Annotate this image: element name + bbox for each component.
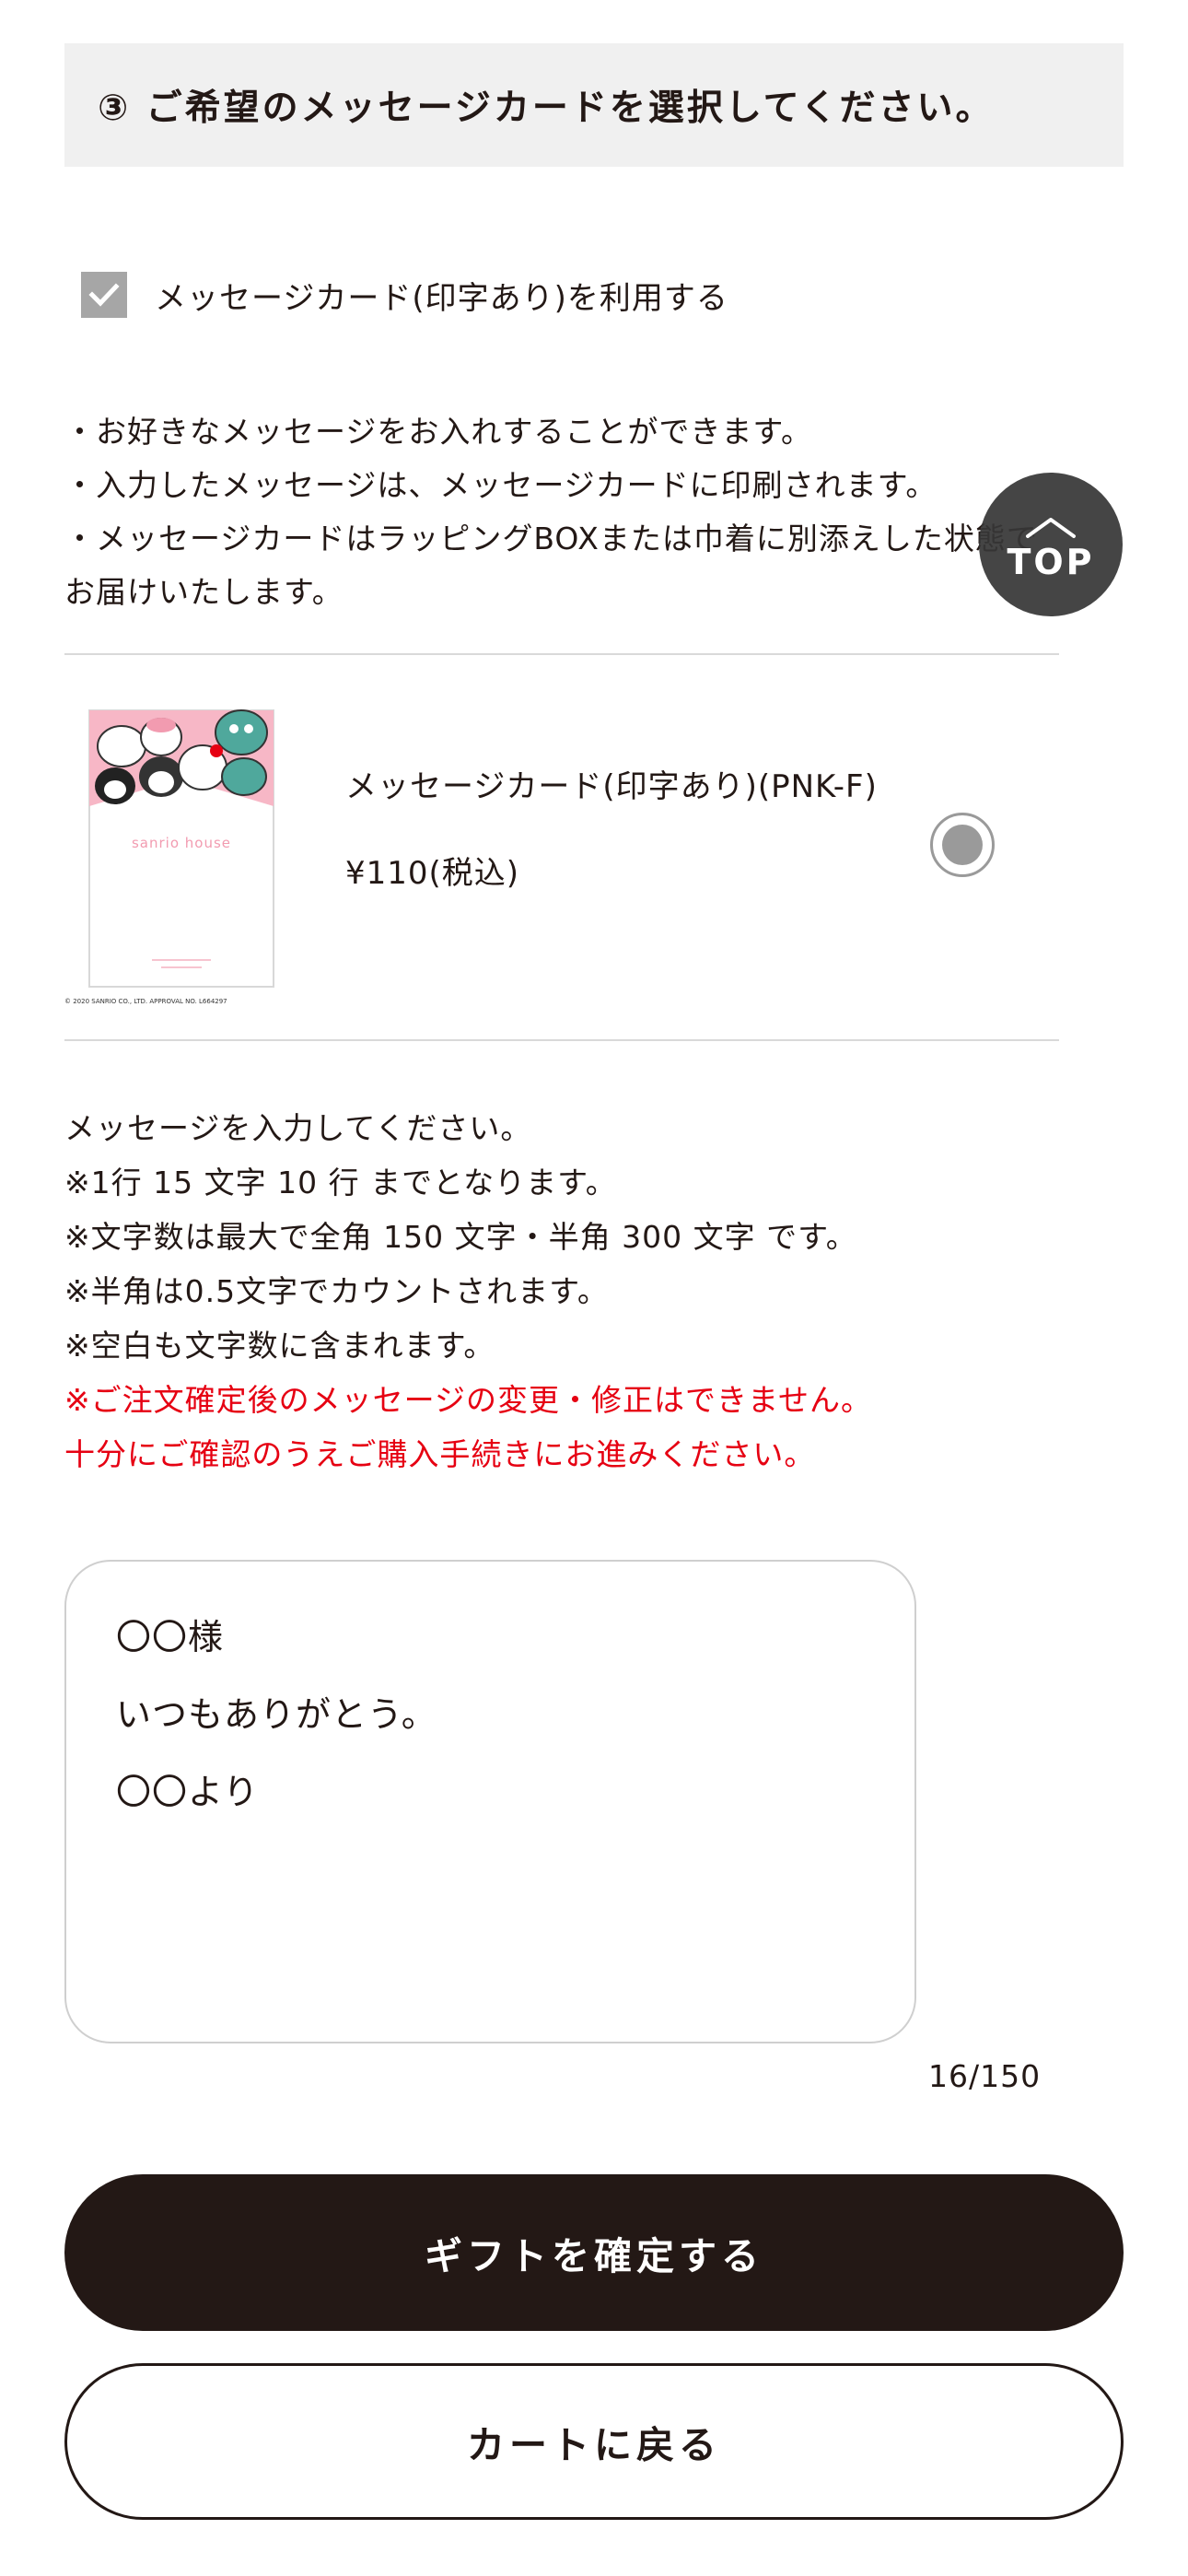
gift-message-card-page: ③ ご希望のメッセージカードを選択してください。 メッセージカード(印字あり)を…	[0, 0, 1188, 2576]
message-textarea[interactable]: 〇〇様 いつもありがとう。 〇〇より	[64, 1560, 916, 2043]
note-line: お届けいたします。	[64, 574, 344, 610]
message-line: いつもありがとう。	[116, 1694, 437, 1735]
confirm-gift-button[interactable]: ギフトを確定する	[64, 2174, 1124, 2331]
scroll-to-top-button[interactable]: TOP	[979, 473, 1123, 616]
card-copyright-text: © 2020 SANRIO CO., LTD. APPROVAL NO. L66…	[64, 998, 227, 1005]
message-card-illustration: sanrio house © 2020 SANRIO CO., LTD. APP…	[64, 709, 274, 1005]
note-line: ・お好きなメッセージをお入れすることができます。	[64, 414, 813, 450]
note-line: ・メッセージカードはラッピングBOXまたは巾着に別添えした状態で	[64, 521, 1038, 556]
message-instructions: メッセージを入力してください。 ※1行 15 文字 10 行 までとなります。 …	[64, 1101, 1096, 1481]
instruction-line: メッセージを入力してください。	[64, 1110, 532, 1146]
scroll-to-top-label: TOP	[1007, 542, 1095, 582]
message-line: 〇〇様	[116, 1617, 225, 1657]
warning-line: ※ご注文確定後のメッセージの変更・修正はできません。	[64, 1382, 873, 1418]
section-title: ③ ご希望のメッセージカードを選択してください。	[98, 88, 995, 129]
instruction-line: ※半角は0.5文字でカウントされます。	[64, 1273, 609, 1309]
product-name: メッセージカード(印字あり)(PNK-F)	[345, 768, 878, 805]
checkmark-icon	[88, 283, 120, 307]
use-message-card-option[interactable]: メッセージカード(印字あり)を利用する	[81, 272, 728, 318]
use-message-card-checkbox[interactable]	[81, 272, 127, 318]
back-to-cart-button[interactable]: カートに戻る	[64, 2363, 1124, 2520]
instruction-line: ※1行 15 文字 10 行 までとなります。	[64, 1165, 617, 1200]
instruction-line: ※空白も文字数に含まれます。	[64, 1328, 495, 1364]
section-header: ③ ご希望のメッセージカードを選択してください。	[64, 43, 1124, 167]
chevron-up-icon	[1026, 518, 1076, 538]
radio-selected-dot	[942, 825, 983, 865]
character-count: 16/150	[928, 2058, 1042, 2094]
card-brand-text: sanrio house	[132, 835, 231, 851]
message-card-notes: ・お好きなメッセージをお入れすることができます。 ・入力したメッセージは、メッセ…	[64, 405, 1096, 619]
use-message-card-label[interactable]: メッセージカード(印字あり)を利用する	[155, 273, 728, 318]
warning-line: 十分にご確認のうえご購入手続きにお進みください。	[64, 1436, 816, 1472]
note-line: ・入力したメッセージは、メッセージカードに印刷されます。	[64, 467, 938, 503]
message-card-thumbnail: sanrio house © 2020 SANRIO CO., LTD. APP…	[64, 705, 285, 1009]
message-line: 〇〇より	[116, 1772, 260, 1812]
divider	[64, 1039, 1059, 1041]
divider	[64, 653, 1059, 655]
product-select-radio[interactable]	[930, 813, 995, 877]
instruction-line: ※文字数は最大で全角 150 文字・半角 300 文字 です。	[64, 1219, 857, 1255]
product-price: ¥110(税込)	[345, 855, 520, 892]
